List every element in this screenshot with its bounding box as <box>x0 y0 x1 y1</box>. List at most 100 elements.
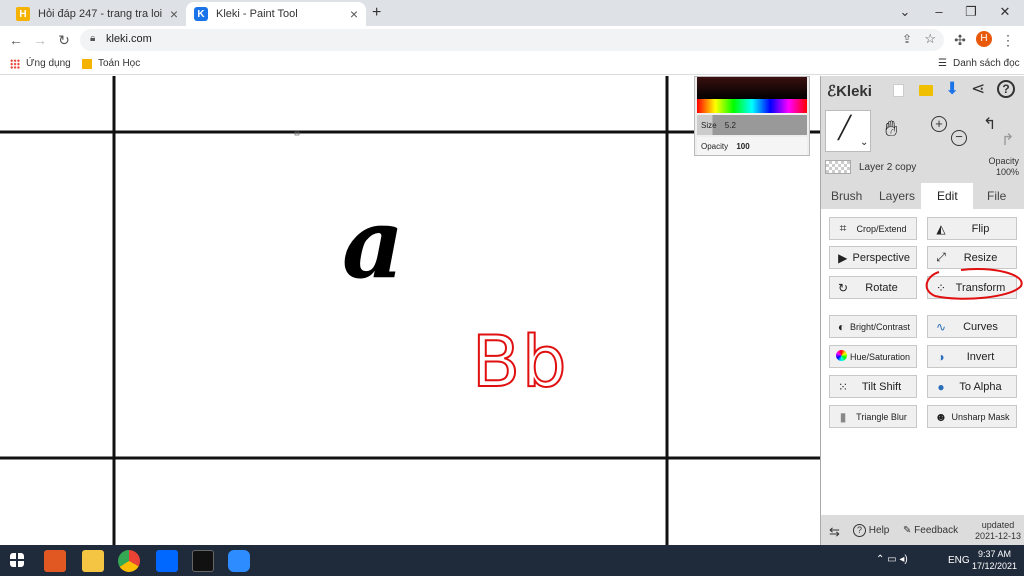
bookmark-toan-hoc[interactable]: Toán Học <box>82 58 140 69</box>
hoidap-favicon-icon <box>82 58 92 69</box>
swap-side-icon[interactable]: ⇆ <box>829 524 840 540</box>
crop-extend-button[interactable]: ⌗ Crop/Extend <box>829 217 917 240</box>
perspective-button[interactable]: ▶ Perspective <box>829 246 917 269</box>
color-picker-popup[interactable]: Size 5.2 Opacity 100 <box>694 76 810 156</box>
language-indicator[interactable]: ENG <box>948 555 970 566</box>
bookmark-label: Toán Học <box>98 58 141 69</box>
hue-saturation-button[interactable]: Hue/Saturation <box>829 345 917 368</box>
bookmark-star-icon[interactable]: ☆ <box>924 31 936 47</box>
lock-icon: 🔒︎ <box>90 33 96 44</box>
button-label: Triangle Blur <box>856 411 907 422</box>
tab-brush[interactable]: Brush <box>831 189 862 203</box>
button-label: Invert <box>966 350 995 363</box>
brush-tool-button[interactable]: ╱ ⌄ <box>825 110 871 152</box>
flip-button[interactable]: ◭ Flip <box>927 217 1017 240</box>
unsharp-mask-button[interactable]: ☻ Unsharp Mask <box>927 405 1017 428</box>
reading-list[interactable]: ☰ Danh sách đọc <box>938 58 1020 69</box>
curves-button[interactable]: ∿ Curves <box>927 315 1017 338</box>
tab-title: Hỏi đáp 247 - trang tra loi <box>38 8 163 20</box>
menu-icon[interactable]: ⋮ <box>998 30 1018 50</box>
opacity-slider[interactable]: Opacity 100 <box>697 137 807 155</box>
color-shade-area[interactable] <box>697 77 807 99</box>
size-label: Size <box>701 121 717 130</box>
share-icon[interactable]: ⇪ <box>902 32 912 46</box>
perspective-icon: ▶ <box>838 250 848 265</box>
capcut-icon[interactable] <box>192 550 214 572</box>
reload-icon[interactable]: ↻ <box>54 30 74 50</box>
help-circle-icon[interactable]: ? <box>997 80 1015 98</box>
button-label: Hue/Saturation <box>849 351 910 362</box>
new-tab-button[interactable]: + <box>372 4 381 22</box>
feedback-button[interactable]: ✎ Feedback <box>903 525 958 536</box>
zalo-icon[interactable] <box>156 550 178 572</box>
tilt-shift-button[interactable]: ⁙ Tilt Shift <box>829 375 917 398</box>
size-slider[interactable]: Size 5.2 <box>697 115 807 135</box>
hand-tool-icon[interactable]: ✋︎ <box>885 116 898 142</box>
zoom-icon[interactable] <box>228 550 250 572</box>
handwritten-letter-a: a <box>342 187 405 300</box>
system-tray-icons[interactable]: ⌃ ▭ ◂) <box>876 554 908 565</box>
windows-taskbar: ⌃ ▭ ◂) ENG 9:37 AM 17/12/2021 <box>0 545 1024 576</box>
tab-edit[interactable]: Edit <box>937 189 958 203</box>
button-label: To Alpha <box>959 380 1002 393</box>
open-folder-icon[interactable] <box>919 85 933 96</box>
hoidap-favicon-icon: H <box>16 7 30 21</box>
feedback-icon: ✎ <box>903 525 912 536</box>
hue-slider[interactable] <box>697 99 807 113</box>
close-tab-icon[interactable]: × <box>350 6 358 22</box>
windows-start-icon[interactable] <box>10 553 24 567</box>
forward-icon[interactable]: → <box>30 30 50 50</box>
chrome-icon[interactable] <box>118 550 140 572</box>
close-tab-icon[interactable]: × <box>170 6 178 22</box>
maximize-button[interactable]: ❐ <box>956 2 986 22</box>
button-label: Tilt Shift <box>861 380 902 393</box>
rotate-button[interactable]: ↻ Rotate <box>829 276 917 299</box>
tab-kleki[interactable]: K Kleki - Paint Tool × <box>186 2 366 26</box>
triangle-blur-icon: ▮ <box>839 409 847 424</box>
triangle-blur-button[interactable]: ▮ Triangle Blur <box>829 405 917 428</box>
new-image-icon[interactable] <box>893 84 904 97</box>
clock-date: 17/12/2021 <box>972 561 1018 571</box>
profile-avatar[interactable]: H <box>976 31 992 47</box>
close-window-button[interactable]: ✕ <box>990 2 1020 22</box>
zoom-in-icon[interactable]: + <box>931 116 947 132</box>
bright-contrast-button[interactable]: ◐ Bright/Contrast <box>829 315 917 338</box>
undo-icon[interactable]: ↰ <box>983 114 996 134</box>
apps-shortcut[interactable]: Ứng dụng <box>10 58 71 69</box>
red-circle-annotation <box>925 268 1023 300</box>
tab-search-button[interactable]: ⌄ <box>890 2 920 22</box>
chevron-down-icon[interactable]: ⌄ <box>860 137 868 148</box>
clock[interactable]: 9:37 AM 17/12/2021 <box>972 548 1017 572</box>
drawing-canvas[interactable]: a Bb Size 5.2 Opacity 100 <box>0 76 820 545</box>
invert-button[interactable]: ◑ Invert <box>927 345 1017 368</box>
button-label: Rotate <box>865 281 898 294</box>
size-value: 5.2 <box>724 121 736 130</box>
opacity-value: 100 <box>736 142 750 151</box>
invert-icon: ◑ <box>937 349 945 364</box>
button-label: Perspective <box>852 251 910 264</box>
minimize-button[interactable]: – <box>924 2 954 22</box>
tab-layers[interactable]: Layers <box>879 189 915 203</box>
rotate-icon: ↻ <box>837 280 849 295</box>
download-icon[interactable]: ⬇ <box>945 79 959 99</box>
reading-list-icon: ☰ <box>938 58 947 69</box>
feedback-label: Feedback <box>914 525 959 536</box>
tab-file[interactable]: File <box>987 189 1006 203</box>
share-icon[interactable]: ⋖ <box>971 79 985 99</box>
media-player-icon[interactable] <box>44 550 66 572</box>
layer-opacity[interactable]: Opacity 100% <box>981 156 1019 178</box>
hue-wheel-icon <box>833 349 850 364</box>
redo-icon[interactable]: ↱ <box>1001 130 1014 150</box>
logo-text: Kleki <box>836 83 872 100</box>
url-text: kleki.com <box>106 33 152 45</box>
tab-strip: H Hỏi đáp 247 - trang tra loi × K Kleki … <box>0 0 1024 26</box>
to-alpha-button[interactable]: ● To Alpha <box>927 375 1017 398</box>
help-button[interactable]: ? Help <box>853 524 889 537</box>
back-icon[interactable]: ← <box>6 30 26 50</box>
address-bar[interactable]: 🔒︎ kleki.com ⇪ ☆ <box>80 29 944 51</box>
tab-hoidap[interactable]: H Hỏi đáp 247 - trang tra loi × <box>8 2 186 26</box>
layer-thumbnail[interactable] <box>825 160 851 174</box>
file-explorer-icon[interactable] <box>82 550 104 572</box>
extensions-icon[interactable]: ✣ <box>950 30 970 50</box>
zoom-out-icon[interactable]: − <box>951 130 967 146</box>
